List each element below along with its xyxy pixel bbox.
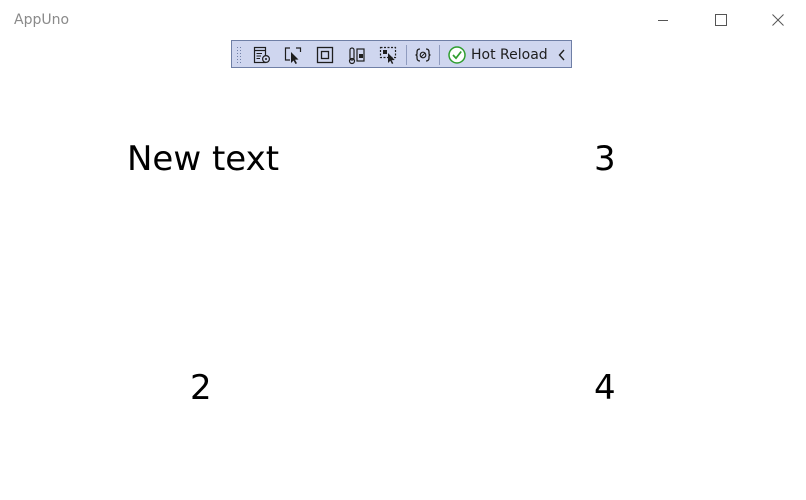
grid-cell-text-1: New text xyxy=(127,139,280,179)
select-element-icon xyxy=(284,47,302,64)
grid-cell-text-2: 2 xyxy=(190,368,212,408)
maximize-icon xyxy=(715,14,727,26)
track-focus-button[interactable] xyxy=(346,44,368,66)
display-layout-adorners-icon xyxy=(316,46,334,64)
minimize-icon xyxy=(658,20,668,21)
maximize-button[interactable] xyxy=(698,0,744,40)
collapse-toolbar-button[interactable] xyxy=(556,45,568,65)
grid-cell-text-4: 4 xyxy=(594,368,616,408)
chevron-left-icon xyxy=(558,49,565,61)
close-button[interactable] xyxy=(755,0,801,40)
select-element-hover-button[interactable] xyxy=(377,44,399,66)
title-bar[interactable]: AppUno xyxy=(0,0,806,40)
toolbar-separator xyxy=(406,45,407,65)
binding-failures-button[interactable] xyxy=(412,44,434,66)
app-window: AppUno Hot Reload New text 3 2 4 xyxy=(0,0,806,500)
live-property-explorer-button[interactable] xyxy=(251,44,273,66)
window-title: AppUno xyxy=(14,12,70,28)
select-element-hover-icon xyxy=(379,46,397,64)
minimize-button[interactable] xyxy=(640,0,686,40)
grid-cell-text-3: 3 xyxy=(594,139,616,179)
binding-failures-icon xyxy=(415,48,431,62)
in-app-toolbar: Hot Reload xyxy=(231,40,572,68)
hot-reload-label: Hot Reload xyxy=(471,47,548,63)
track-focus-icon xyxy=(348,47,365,65)
close-icon xyxy=(772,14,784,26)
toolbar-separator xyxy=(439,45,440,65)
hot-reload-status-icon xyxy=(448,46,466,64)
toolbar-grip[interactable] xyxy=(236,46,243,64)
live-property-explorer-icon xyxy=(253,46,271,64)
hot-reload-button[interactable]: Hot Reload xyxy=(447,44,548,66)
select-element-button[interactable] xyxy=(282,44,304,66)
display-layout-adorners-button[interactable] xyxy=(314,44,336,66)
